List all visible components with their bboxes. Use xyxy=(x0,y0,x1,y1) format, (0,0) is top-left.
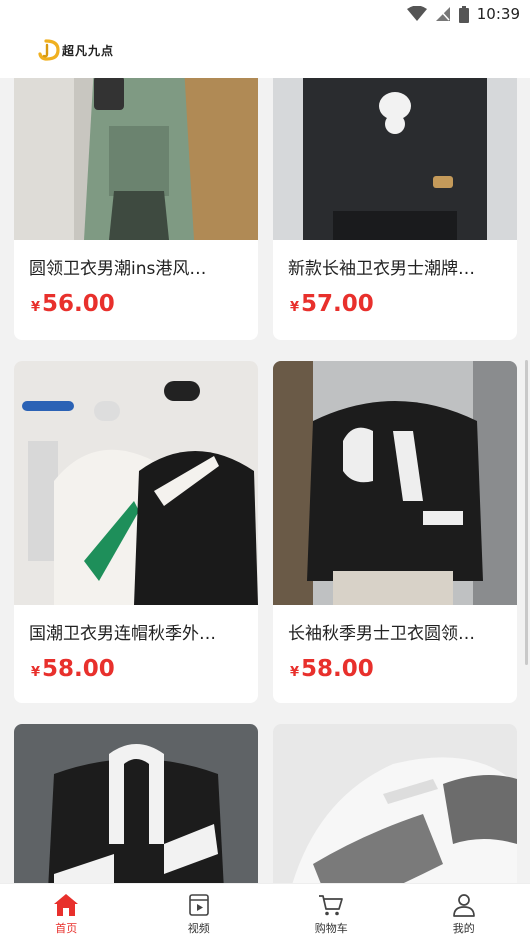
product-title: 圆领卫衣男潮ins港风… xyxy=(29,259,207,279)
product-image[interactable] xyxy=(273,78,517,240)
user-icon xyxy=(452,894,475,917)
logo-text: 超凡九点 xyxy=(62,43,115,58)
signal-icon xyxy=(435,7,450,21)
logo-mark-icon xyxy=(38,39,60,61)
tab-home[interactable]: 首页 xyxy=(0,884,133,942)
cart-icon xyxy=(319,895,344,916)
tab-video[interactable]: 视频 xyxy=(133,884,266,942)
product-card[interactable]: 圆领卫衣男潮ins港风… ¥ 56.00 xyxy=(14,78,258,340)
battery-icon xyxy=(458,5,469,23)
status-bar: 10:39 xyxy=(0,0,530,30)
product-image[interactable] xyxy=(14,361,258,605)
currency-symbol: ¥ xyxy=(31,665,41,680)
product-card[interactable]: 国潮卫衣男连帽秋季外… ¥ 58.00 xyxy=(14,361,258,703)
tab-profile[interactable]: 我的 xyxy=(398,884,530,942)
product-feed[interactable]: 圆领卫衣男潮ins港风… ¥ 56.00 新款长袖卫衣男士潮牌… ¥ 57.00 xyxy=(0,78,530,883)
tab-label: 我的 xyxy=(452,922,475,935)
bottom-tab-bar: 首页 视频 购物车 我的 xyxy=(0,883,530,942)
product-price: ¥ 58.00 xyxy=(290,656,374,682)
status-icons: 10:39 xyxy=(406,5,520,23)
product-card[interactable] xyxy=(273,724,517,883)
currency-symbol: ¥ xyxy=(290,300,300,315)
product-title: 新款长袖卫衣男士潮牌… xyxy=(288,259,475,279)
video-icon xyxy=(188,894,209,916)
price-amount: 57.00 xyxy=(301,291,374,317)
price-amount: 58.00 xyxy=(301,656,374,682)
app-header: 超凡九点 xyxy=(0,30,530,78)
tab-cart[interactable]: 购物车 xyxy=(265,884,398,942)
price-amount: 58.00 xyxy=(42,656,115,682)
product-price: ¥ 57.00 xyxy=(290,291,374,317)
tab-label: 视频 xyxy=(187,922,210,935)
product-image[interactable] xyxy=(273,724,517,883)
product-price: ¥ 56.00 xyxy=(31,291,115,317)
home-icon xyxy=(54,894,79,916)
product-title: 国潮卫衣男连帽秋季外… xyxy=(29,624,216,644)
currency-symbol: ¥ xyxy=(290,665,300,680)
product-price: ¥ 58.00 xyxy=(31,656,115,682)
price-amount: 56.00 xyxy=(42,291,115,317)
scrollbar[interactable] xyxy=(525,360,528,665)
wifi-icon xyxy=(406,6,427,21)
tab-label: 首页 xyxy=(55,922,78,935)
status-time: 10:39 xyxy=(476,5,520,23)
product-card[interactable]: 长袖秋季男士卫衣圆领… ¥ 58.00 xyxy=(273,361,517,703)
product-image[interactable] xyxy=(14,724,258,883)
product-card[interactable]: 新款长袖卫衣男士潮牌… ¥ 57.00 xyxy=(273,78,517,340)
currency-symbol: ¥ xyxy=(31,300,41,315)
tab-label: 购物车 xyxy=(314,922,348,935)
product-title: 长袖秋季男士卫衣圆领… xyxy=(288,624,475,644)
product-image[interactable] xyxy=(14,78,258,240)
product-card[interactable] xyxy=(14,724,258,883)
product-image[interactable] xyxy=(273,361,517,605)
app-logo[interactable]: 超凡九点 xyxy=(38,39,114,61)
